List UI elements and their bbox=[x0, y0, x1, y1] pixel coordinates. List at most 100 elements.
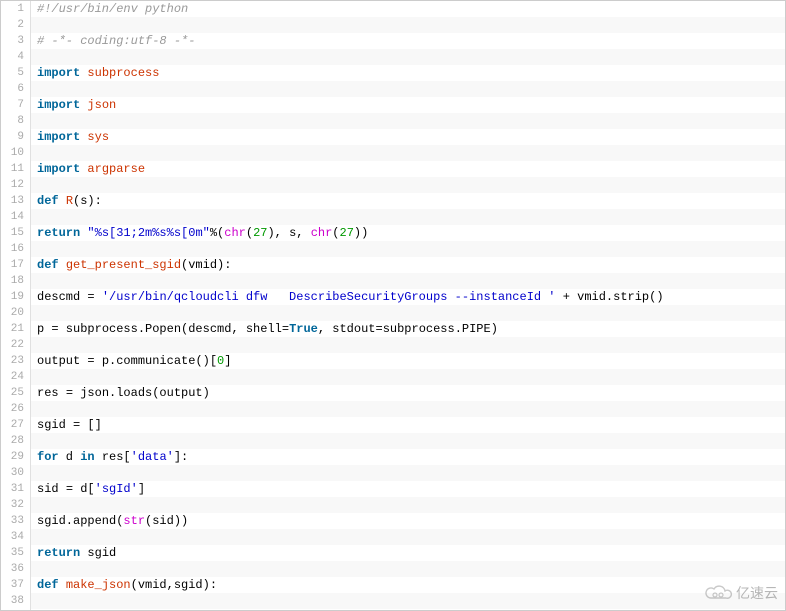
token: p bbox=[37, 322, 51, 336]
token: return bbox=[37, 226, 80, 240]
code-line bbox=[31, 113, 785, 129]
token: #!/usr/bin/env python bbox=[37, 2, 188, 16]
token: res bbox=[37, 386, 66, 400]
token: 27 bbox=[253, 226, 267, 240]
token bbox=[59, 578, 66, 592]
token: chr bbox=[224, 226, 246, 240]
line-number: 16 bbox=[1, 241, 30, 257]
line-number: 37 bbox=[1, 577, 30, 593]
token: descmd bbox=[37, 290, 87, 304]
line-number: 22 bbox=[1, 337, 30, 353]
token: subprocess.PIPE) bbox=[383, 322, 498, 336]
code-line bbox=[31, 241, 785, 257]
token: sid bbox=[37, 482, 66, 496]
token: (s): bbox=[73, 194, 102, 208]
line-number: 21 bbox=[1, 321, 30, 337]
code-line bbox=[31, 369, 785, 385]
line-number: 24 bbox=[1, 369, 30, 385]
token bbox=[95, 290, 102, 304]
token: %( bbox=[210, 226, 224, 240]
token: import bbox=[37, 66, 80, 80]
line-number: 18 bbox=[1, 273, 30, 289]
token: = bbox=[66, 386, 73, 400]
line-number: 35 bbox=[1, 545, 30, 561]
token: sgid bbox=[37, 418, 73, 432]
code-line bbox=[31, 401, 785, 417]
line-number: 2 bbox=[1, 17, 30, 33]
token: json bbox=[87, 98, 116, 112]
line-number: 10 bbox=[1, 145, 30, 161]
code-line: def R(s): bbox=[31, 193, 785, 209]
token: 'data' bbox=[131, 450, 174, 464]
code-line: # -*- coding:utf-8 -*- bbox=[31, 33, 785, 49]
line-number: 1 bbox=[1, 1, 30, 17]
code-line: import json bbox=[31, 97, 785, 113]
token: ), s, bbox=[267, 226, 310, 240]
code-line: for d in res['data']: bbox=[31, 449, 785, 465]
token: sgid.append( bbox=[37, 514, 123, 528]
code-line bbox=[31, 593, 785, 609]
token: def bbox=[37, 258, 59, 272]
token: = bbox=[375, 322, 382, 336]
token: sys bbox=[87, 130, 109, 144]
code-line bbox=[31, 433, 785, 449]
token: subprocess.Popen(descmd, shell bbox=[59, 322, 282, 336]
token: = bbox=[87, 290, 94, 304]
line-number: 15 bbox=[1, 225, 30, 241]
line-number: 13 bbox=[1, 193, 30, 209]
cloud-icon bbox=[704, 584, 732, 602]
code-line: sid = d['sgId'] bbox=[31, 481, 785, 497]
watermark: 亿速云 bbox=[704, 583, 778, 603]
token: 'sgId' bbox=[95, 482, 138, 496]
code-line: p = subprocess.Popen(descmd, shell=True,… bbox=[31, 321, 785, 337]
token: def bbox=[37, 194, 59, 208]
line-number: 25 bbox=[1, 385, 30, 401]
line-number: 38 bbox=[1, 593, 30, 609]
token: = bbox=[66, 482, 73, 496]
line-number-gutter: 1234567891011121314151617181920212223242… bbox=[1, 1, 31, 610]
token: # -*- coding:utf-8 -*- bbox=[37, 34, 195, 48]
line-number: 20 bbox=[1, 305, 30, 321]
line-number: 32 bbox=[1, 497, 30, 513]
token: True bbox=[289, 322, 318, 336]
token: import bbox=[37, 162, 80, 176]
token: + bbox=[563, 290, 570, 304]
line-number: 3 bbox=[1, 33, 30, 49]
code-line bbox=[31, 305, 785, 321]
token: = bbox=[51, 322, 58, 336]
token: ] bbox=[138, 482, 145, 496]
token: "%s[31;2m%s%s[0m" bbox=[87, 226, 209, 240]
line-number: 9 bbox=[1, 129, 30, 145]
line-number: 4 bbox=[1, 49, 30, 65]
code-viewer: 1234567891011121314151617181920212223242… bbox=[0, 0, 786, 611]
token: chr bbox=[311, 226, 333, 240]
code-line bbox=[31, 145, 785, 161]
line-number: 14 bbox=[1, 209, 30, 225]
code-line: def make_json(vmid,sgid): bbox=[31, 577, 785, 593]
token: ( bbox=[246, 226, 253, 240]
code-line bbox=[31, 81, 785, 97]
code-line: sgid.append(str(sid)) bbox=[31, 513, 785, 529]
code-line bbox=[31, 273, 785, 289]
code-line bbox=[31, 529, 785, 545]
line-number: 8 bbox=[1, 113, 30, 129]
token: get_present_sgid bbox=[66, 258, 181, 272]
token: vmid.strip() bbox=[570, 290, 664, 304]
line-number: 19 bbox=[1, 289, 30, 305]
code-line bbox=[31, 209, 785, 225]
token: '/usr/bin/qcloudcli dfw DescribeSecurity… bbox=[102, 290, 556, 304]
token: )) bbox=[354, 226, 368, 240]
token: import bbox=[37, 130, 80, 144]
code-line: output = p.communicate()[0] bbox=[31, 353, 785, 369]
token: (sid)) bbox=[145, 514, 188, 528]
line-number: 5 bbox=[1, 65, 30, 81]
token: d bbox=[59, 450, 81, 464]
code-line bbox=[31, 561, 785, 577]
code-line bbox=[31, 337, 785, 353]
token: str bbox=[123, 514, 145, 528]
token: in bbox=[80, 450, 94, 464]
line-number: 26 bbox=[1, 401, 30, 417]
token: ( bbox=[332, 226, 339, 240]
code-line bbox=[31, 497, 785, 513]
line-number: 23 bbox=[1, 353, 30, 369]
